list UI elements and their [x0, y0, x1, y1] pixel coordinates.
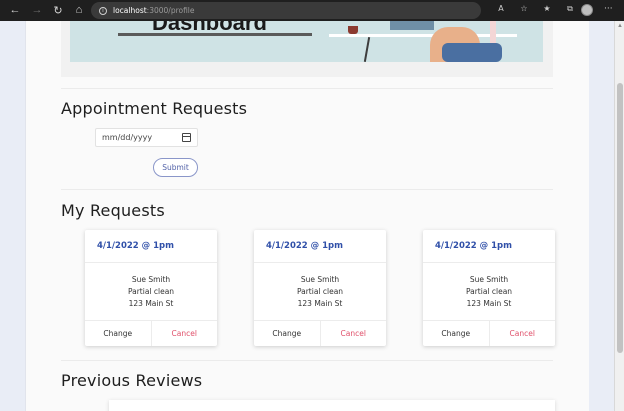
request-date: 4/1/2022 @ 1pm: [97, 241, 174, 251]
refresh-icon[interactable]: ↻: [49, 1, 67, 19]
review-card: [109, 400, 555, 411]
favorite-icon[interactable]: ☆: [517, 4, 531, 14]
page-right-gutter: [589, 21, 614, 411]
request-address: 123 Main St: [128, 298, 174, 308]
home-icon[interactable]: ⌂: [70, 1, 88, 19]
request-service: Partial clean: [465, 286, 513, 296]
hero-illustration: Dashboard: [70, 21, 543, 62]
address-bar[interactable]: i localhost:3000/profile: [91, 2, 481, 19]
scroll-up-icon[interactable]: ▲: [617, 23, 623, 29]
cancel-button[interactable]: Cancel: [490, 321, 556, 346]
profile-page: Dashboard Appointment Requests mm/dd/yyy…: [26, 21, 589, 411]
calendar-icon[interactable]: [182, 133, 191, 142]
request-service: Partial clean: [127, 286, 175, 296]
hero-desk-leg: [363, 37, 371, 62]
cancel-button[interactable]: Cancel: [321, 321, 387, 346]
section-divider: [61, 88, 553, 89]
date-input[interactable]: mm/dd/yyyy: [95, 128, 198, 147]
my-requests-title: My Requests: [61, 201, 165, 220]
change-button[interactable]: Change: [423, 321, 490, 346]
request-date: 4/1/2022 @ 1pm: [435, 241, 512, 251]
url-path: :3000/profile: [146, 6, 195, 15]
read-aloud-icon[interactable]: A: [494, 4, 508, 14]
request-client-name: Sue Smith: [300, 274, 340, 284]
url-host: localhost: [113, 6, 147, 15]
scrollbar[interactable]: ▲: [614, 21, 624, 411]
section-divider: [61, 360, 553, 361]
browser-toolbar: ← → ↻ ⌂ i localhost:3000/profile A ☆ ★ ⧉…: [0, 0, 624, 21]
request-service: Partial clean: [296, 286, 344, 296]
section-divider: [61, 189, 553, 190]
request-card: 4/1/2022 @ 1pm Sue Smith Partial clean 1…: [423, 230, 555, 346]
cancel-button[interactable]: Cancel: [152, 321, 218, 346]
hero-person-legs: [442, 43, 502, 62]
request-client-name: Sue Smith: [131, 274, 171, 284]
request-card: 4/1/2022 @ 1pm Sue Smith Partial clean 1…: [254, 230, 386, 346]
change-button[interactable]: Change: [254, 321, 321, 346]
request-address: 123 Main St: [297, 298, 343, 308]
request-address: 123 Main St: [466, 298, 512, 308]
hero-plant: [348, 26, 358, 34]
appointment-requests-title: Appointment Requests: [61, 99, 248, 118]
request-date: 4/1/2022 @ 1pm: [266, 241, 343, 251]
request-client-name: Sue Smith: [469, 274, 509, 284]
scrollbar-thumb[interactable]: [617, 83, 623, 353]
page-left-gutter: [0, 21, 26, 411]
profile-avatar-icon[interactable]: [581, 4, 593, 16]
site-info-icon[interactable]: i: [99, 6, 107, 15]
hero-underline: [118, 33, 312, 36]
change-button[interactable]: Change: [85, 321, 152, 346]
hero-desk: [329, 34, 517, 37]
submit-button[interactable]: Submit: [153, 158, 198, 177]
collections-icon[interactable]: ⧉: [563, 4, 577, 14]
back-arrow-icon[interactable]: ←: [6, 1, 24, 19]
request-card: 4/1/2022 @ 1pm Sue Smith Partial clean 1…: [85, 230, 217, 346]
forward-arrow-icon[interactable]: →: [28, 1, 46, 19]
favorites-bar-icon[interactable]: ★: [540, 4, 554, 14]
date-placeholder: mm/dd/yyyy: [102, 133, 153, 142]
hero-monitor: [390, 21, 434, 30]
previous-reviews-title: Previous Reviews: [61, 371, 203, 390]
more-icon[interactable]: ···: [604, 4, 613, 14]
